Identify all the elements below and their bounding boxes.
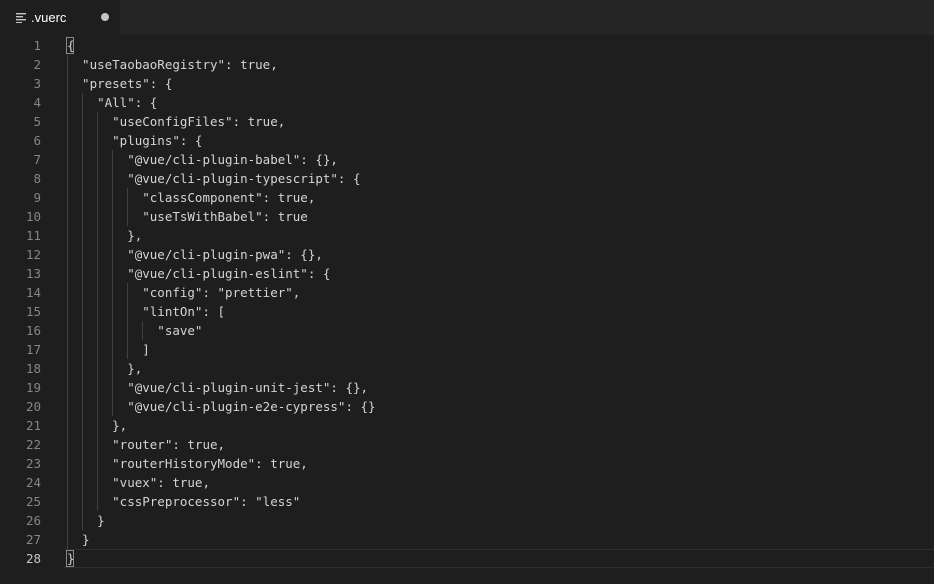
line-number: 2 — [33, 57, 41, 72]
code-line[interactable]: 9 "classComponent": true, — [0, 188, 934, 207]
line-number: 8 — [33, 171, 41, 186]
code-text: ] — [67, 342, 150, 357]
code-editor[interactable]: 1{2 "useTaobaoRegistry": true, 3 "presets… — [0, 35, 934, 584]
line-number: 12 — [25, 247, 41, 262]
line-number: 27 — [25, 532, 41, 547]
code-line[interactable]: 19 "@vue/cli-plugin-unit-jest": {}, — [0, 378, 934, 397]
line-number: 15 — [25, 304, 41, 319]
matching-bracket-highlight — [66, 550, 74, 567]
line-number: 25 — [25, 494, 41, 509]
indent-guide — [112, 150, 113, 416]
code-line[interactable]: 25 "cssPreprocessor": "less" — [0, 492, 934, 511]
line-number: 4 — [33, 95, 41, 110]
code-line[interactable]: 5 "useConfigFiles": true, — [0, 112, 934, 131]
line-number: 28 — [25, 551, 41, 566]
code-line[interactable]: 16 "save" — [0, 321, 934, 340]
indent-guide — [127, 283, 128, 359]
code-text: "@vue/cli-plugin-eslint": { — [67, 266, 331, 281]
tab-bar: .vuerc — [0, 0, 934, 35]
code-line[interactable]: 3 "presets": { — [0, 74, 934, 93]
line-number: 13 — [25, 266, 41, 281]
code-line[interactable]: 22 "router": true, — [0, 435, 934, 454]
code-text: "router": true, — [67, 437, 226, 452]
code-text: }, — [67, 228, 143, 243]
indent-guide — [67, 55, 68, 549]
code-line[interactable]: 28} — [0, 549, 934, 568]
code-line[interactable]: 18 }, — [0, 359, 934, 378]
indent-guide — [97, 112, 98, 511]
matching-bracket-highlight — [66, 37, 74, 54]
code-line[interactable]: 8 "@vue/cli-plugin-typescript": { — [0, 169, 934, 188]
code-line[interactable]: 2 "useTaobaoRegistry": true, — [0, 55, 934, 74]
line-number: 24 — [25, 475, 41, 490]
code-line[interactable]: 4 "All": { — [0, 93, 934, 112]
line-number: 17 — [25, 342, 41, 357]
line-number: 6 — [33, 133, 41, 148]
code-text: "vuex": true, — [67, 475, 210, 490]
code-line[interactable]: 20 "@vue/cli-plugin-e2e-cypress": {} — [0, 397, 934, 416]
code-text: } — [67, 513, 105, 528]
code-line[interactable]: 13 "@vue/cli-plugin-eslint": { — [0, 264, 934, 283]
code-text: } — [67, 532, 90, 547]
indent-guide — [142, 321, 143, 340]
indent-guide — [127, 188, 128, 226]
indent-guide — [82, 93, 83, 530]
code-line[interactable]: 21 }, — [0, 416, 934, 435]
current-line-highlight — [64, 549, 934, 568]
line-number: 7 — [33, 152, 41, 167]
code-line[interactable]: 7 "@vue/cli-plugin-babel": {}, — [0, 150, 934, 169]
code-line[interactable]: 1{ — [0, 36, 934, 55]
line-number: 11 — [25, 228, 41, 243]
code-text: "config": "prettier", — [67, 285, 301, 300]
line-number: 21 — [25, 418, 41, 433]
tab-vuerc[interactable]: .vuerc — [0, 0, 120, 35]
code-line[interactable]: 24 "vuex": true, — [0, 473, 934, 492]
code-text: "presets": { — [67, 76, 173, 91]
line-number: 22 — [25, 437, 41, 452]
code-line[interactable]: 11 }, — [0, 226, 934, 245]
line-number: 14 — [25, 285, 41, 300]
code-text: "@vue/cli-plugin-e2e-cypress": {} — [67, 399, 376, 414]
code-text: "@vue/cli-plugin-babel": {}, — [67, 152, 338, 167]
line-number: 9 — [33, 190, 41, 205]
code-line[interactable]: 27 } — [0, 530, 934, 549]
code-text: "All": { — [67, 95, 158, 110]
code-line[interactable]: 10 "useTsWithBabel": true — [0, 207, 934, 226]
code-text: }, — [67, 361, 143, 376]
code-text: "save" — [67, 323, 203, 338]
code-text: "plugins": { — [67, 133, 203, 148]
code-line[interactable]: 6 "plugins": { — [0, 131, 934, 150]
code-text: "useTsWithBabel": true — [67, 209, 308, 224]
unsaved-changes-dot-icon[interactable] — [101, 13, 109, 21]
code-text: "@vue/cli-plugin-pwa": {}, — [67, 247, 323, 262]
line-number: 10 — [25, 209, 41, 224]
code-line[interactable]: 14 "config": "prettier", — [0, 283, 934, 302]
line-number: 26 — [25, 513, 41, 528]
line-number: 19 — [25, 380, 41, 395]
code-text: "useTaobaoRegistry": true, — [67, 57, 278, 72]
code-text: "classComponent": true, — [67, 190, 316, 205]
code-text: "useConfigFiles": true, — [67, 114, 286, 129]
code-line[interactable]: 26 } — [0, 511, 934, 530]
line-number: 23 — [25, 456, 41, 471]
line-number: 1 — [33, 38, 41, 53]
line-number: 5 — [33, 114, 41, 129]
tab-label: .vuerc — [31, 10, 67, 25]
code-text: "lintOn": [ — [67, 304, 226, 319]
line-number: 16 — [25, 323, 41, 338]
line-number: 20 — [25, 399, 41, 414]
code-line[interactable]: 17 ] — [0, 340, 934, 359]
code-line[interactable]: 23 "routerHistoryMode": true, — [0, 454, 934, 473]
line-number: 3 — [33, 76, 41, 91]
code-text: "routerHistoryMode": true, — [67, 456, 308, 471]
code-line[interactable]: 15 "lintOn": [ — [0, 302, 934, 321]
file-lines-icon — [16, 12, 26, 23]
code-text: "cssPreprocessor": "less" — [67, 494, 301, 509]
line-number: 18 — [25, 361, 41, 376]
code-line[interactable]: 12 "@vue/cli-plugin-pwa": {}, — [0, 245, 934, 264]
